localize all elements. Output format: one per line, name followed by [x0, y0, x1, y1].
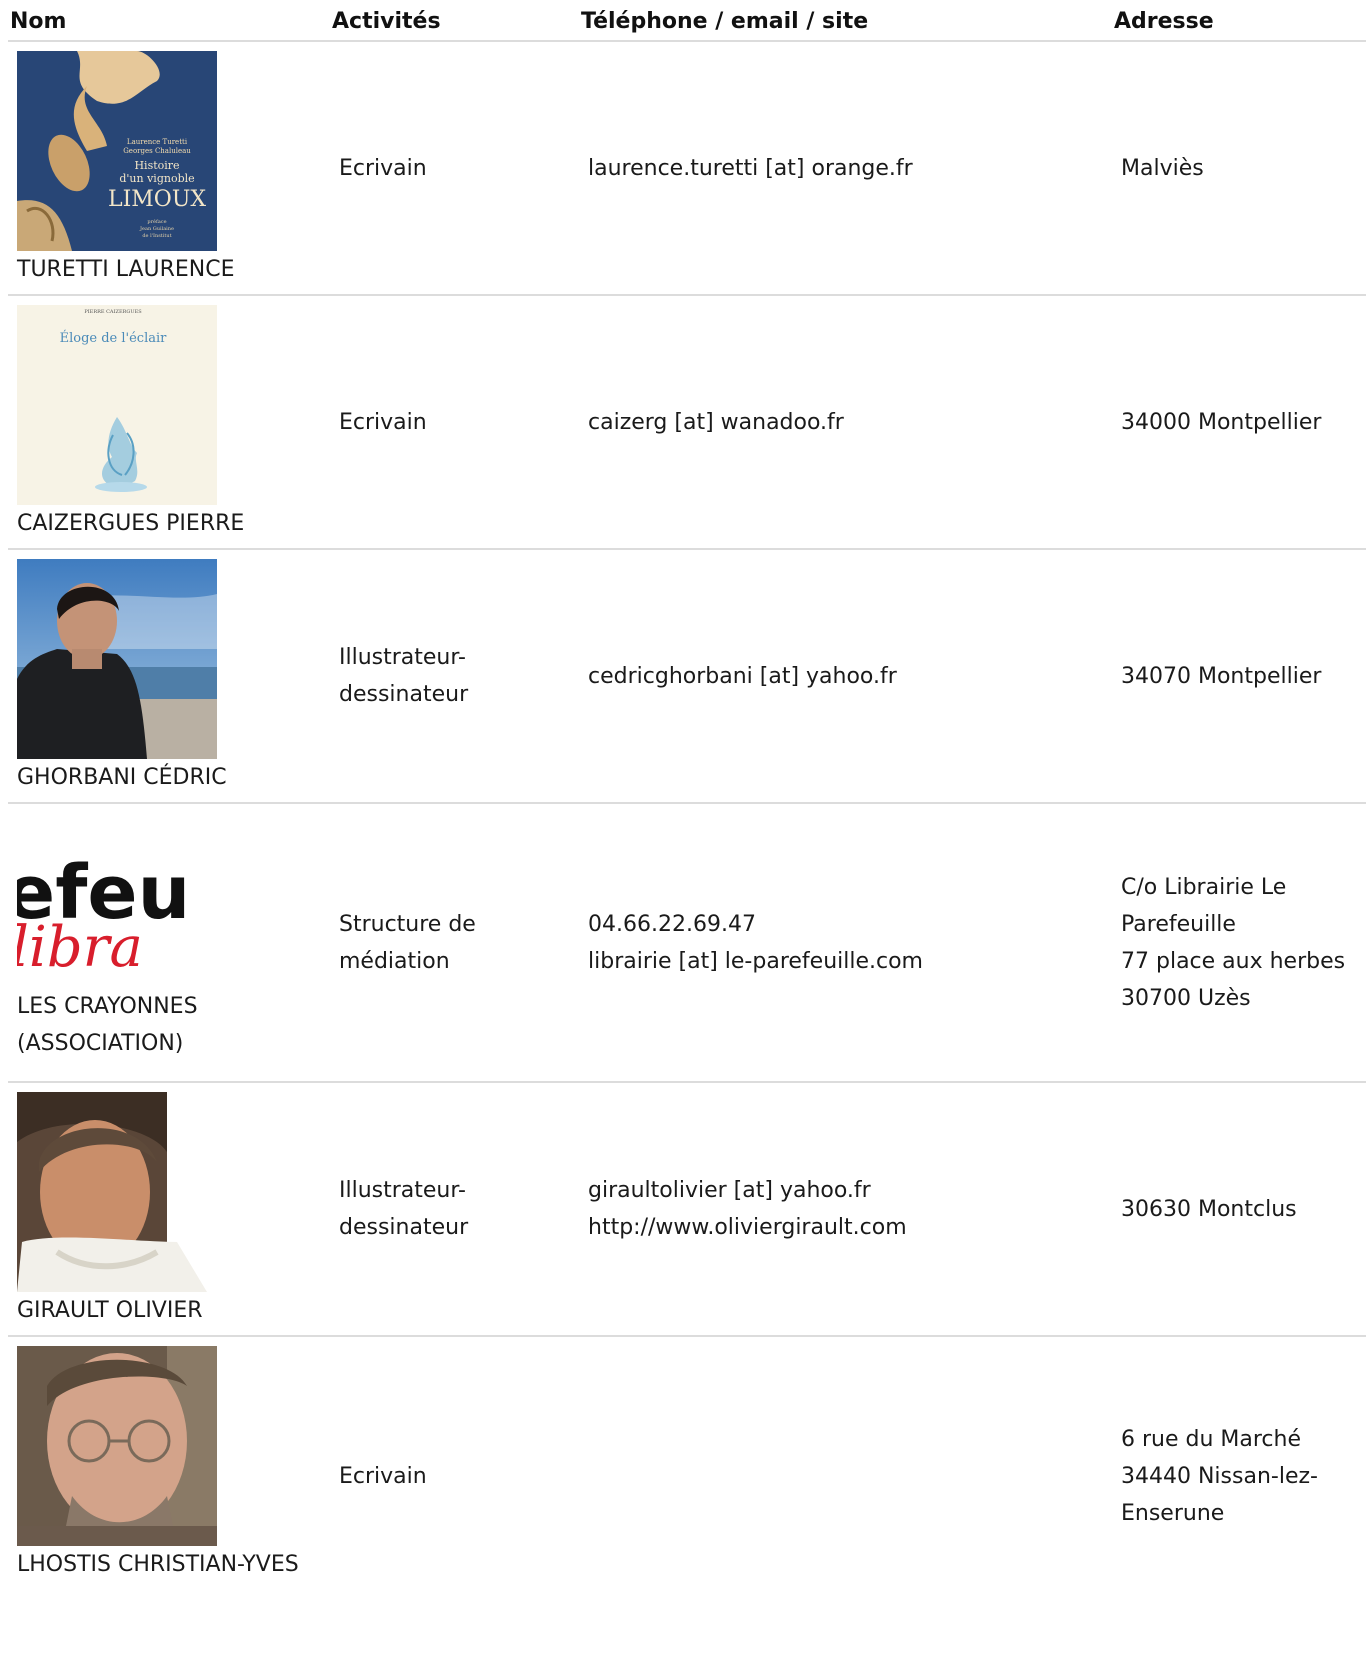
contact-cell: 04.66.22.69.47 librairie [at] le-parefeu… [579, 803, 1112, 1083]
contact-phone[interactable]: 04.66.22.69.47 [588, 906, 1112, 943]
table-row: LHOSTIS CHRISTIAN-YVES Ecrivain 6 rue du… [8, 1336, 1366, 1615]
book-cover-image[interactable]: PIERRE CAIZERGUES Éloge de l'éclair [17, 305, 217, 505]
person-name[interactable]: LES CRAYONNES (ASSOCIATION) [17, 994, 198, 1056]
logo-word-bottom: libra [17, 915, 143, 980]
activity-cell: Ecrivain [330, 41, 579, 296]
contact-email[interactable]: caizerg [at] wanadoo.fr [588, 404, 1112, 441]
address-line: Malviès [1121, 155, 1204, 181]
header-name: Nom [8, 0, 330, 42]
contact-cell: giraultolivier [at] yahoo.fr http://www.… [579, 1082, 1112, 1337]
address-cell: Malviès [1112, 41, 1366, 296]
address-cell: 34000 Montpellier [1112, 295, 1366, 550]
address-cell: C/o Librairie Le Parefeuille 77 place au… [1112, 803, 1366, 1083]
cover-title-1: Histoire [134, 159, 179, 172]
person-name[interactable]: GIRAULT OLIVIER [17, 1298, 203, 1323]
contact-cell: cedricghorbani [at] yahoo.fr [579, 549, 1112, 804]
association-logo[interactable]: efeu libra [17, 848, 217, 988]
activity-cell: Ecrivain [339, 1463, 427, 1489]
activity-cell: Illustrateur-dessinateur [330, 549, 579, 804]
cover-author-1: Laurence Turetti [127, 138, 188, 146]
person-name[interactable]: GHORBANI CÉDRIC [17, 765, 227, 790]
person-name[interactable]: LHOSTIS CHRISTIAN-YVES [17, 1552, 299, 1577]
contact-email[interactable]: giraultolivier [at] yahoo.fr [588, 1172, 1112, 1209]
contact-cell: laurence.turetti [at] orange.fr [579, 41, 1112, 296]
table-row: efeu libra LES CRAYONNES (ASSOCIATION) S… [8, 803, 1366, 1083]
address-cell: 6 rue du Marché 34440 Nissan-lez-Enserun… [1112, 1336, 1366, 1615]
portrait-photo[interactable] [17, 559, 217, 759]
address-line: 30700 Uzès [1121, 985, 1251, 1011]
contact-email[interactable]: librairie [at] le-parefeuille.com [588, 943, 1112, 980]
address-cell: 34070 Montpellier [1112, 549, 1366, 804]
svg-text:préface: préface [147, 218, 166, 225]
contact-email[interactable]: cedricghorbani [at] yahoo.fr [588, 658, 1112, 695]
portrait-photo[interactable] [17, 1092, 217, 1292]
person-name[interactable]: CAIZERGUES PIERRE [17, 511, 244, 536]
cover-author: PIERRE CAIZERGUES [84, 309, 142, 315]
contact-email[interactable]: laurence.turetti [at] orange.fr [588, 150, 1112, 187]
svg-text:de l'Institut: de l'Institut [142, 233, 171, 239]
address-line: 34440 Nissan-lez-Enserune [1121, 1463, 1318, 1526]
table-row: Laurence Turetti Georges Chaluleau Histo… [8, 41, 1366, 296]
table-row: GIRAULT OLIVIER Illustrateur-dessinateur… [8, 1082, 1366, 1337]
svg-text:Jean Guilaine: Jean Guilaine [139, 226, 174, 232]
address-line: 77 place aux herbes [1121, 948, 1346, 974]
address-line: 30630 Montclus [1121, 1196, 1297, 1222]
address-line: C/o Librairie Le Parefeuille [1121, 874, 1287, 937]
table-row: PIERRE CAIZERGUES Éloge de l'éclair CAIZ… [8, 295, 1366, 550]
contact-website[interactable]: http://www.oliviergirault.com [588, 1209, 1112, 1246]
activity-cell: Ecrivain [330, 295, 579, 550]
book-cover-image[interactable]: Laurence Turetti Georges Chaluleau Histo… [17, 51, 217, 251]
cover-title-3: LIMOUX [108, 187, 206, 212]
address-cell: 30630 Montclus [1112, 1082, 1366, 1337]
contact-cell [579, 1336, 1112, 1615]
cover-title: Éloge de l'éclair [60, 330, 168, 346]
portrait-photo[interactable] [17, 1346, 217, 1546]
cover-title-2: d'un vignoble [119, 172, 194, 185]
address-line: 34070 Montpellier [1121, 663, 1322, 689]
activity-cell: Structure de médiation [330, 803, 579, 1083]
header-activities: Activités [330, 0, 579, 42]
header-contact: Téléphone / email / site [579, 0, 1112, 42]
header-address: Adresse [1112, 0, 1366, 42]
address-line: 34000 Montpellier [1121, 409, 1322, 435]
header-row: Nom Activités Téléphone / email / site A… [8, 0, 1366, 42]
contact-cell: caizerg [at] wanadoo.fr [579, 295, 1112, 550]
address-line: 6 rue du Marché [1121, 1426, 1302, 1452]
table-row: GHORBANI CÉDRIC Illustrateur-dessinateur… [8, 549, 1366, 804]
directory-table: Nom Activités Téléphone / email / site A… [8, 0, 1366, 1615]
activity-cell: Illustrateur-dessinateur [330, 1082, 579, 1337]
cover-author-2: Georges Chaluleau [123, 147, 191, 155]
person-name[interactable]: TURETTI LAURENCE [17, 257, 235, 282]
